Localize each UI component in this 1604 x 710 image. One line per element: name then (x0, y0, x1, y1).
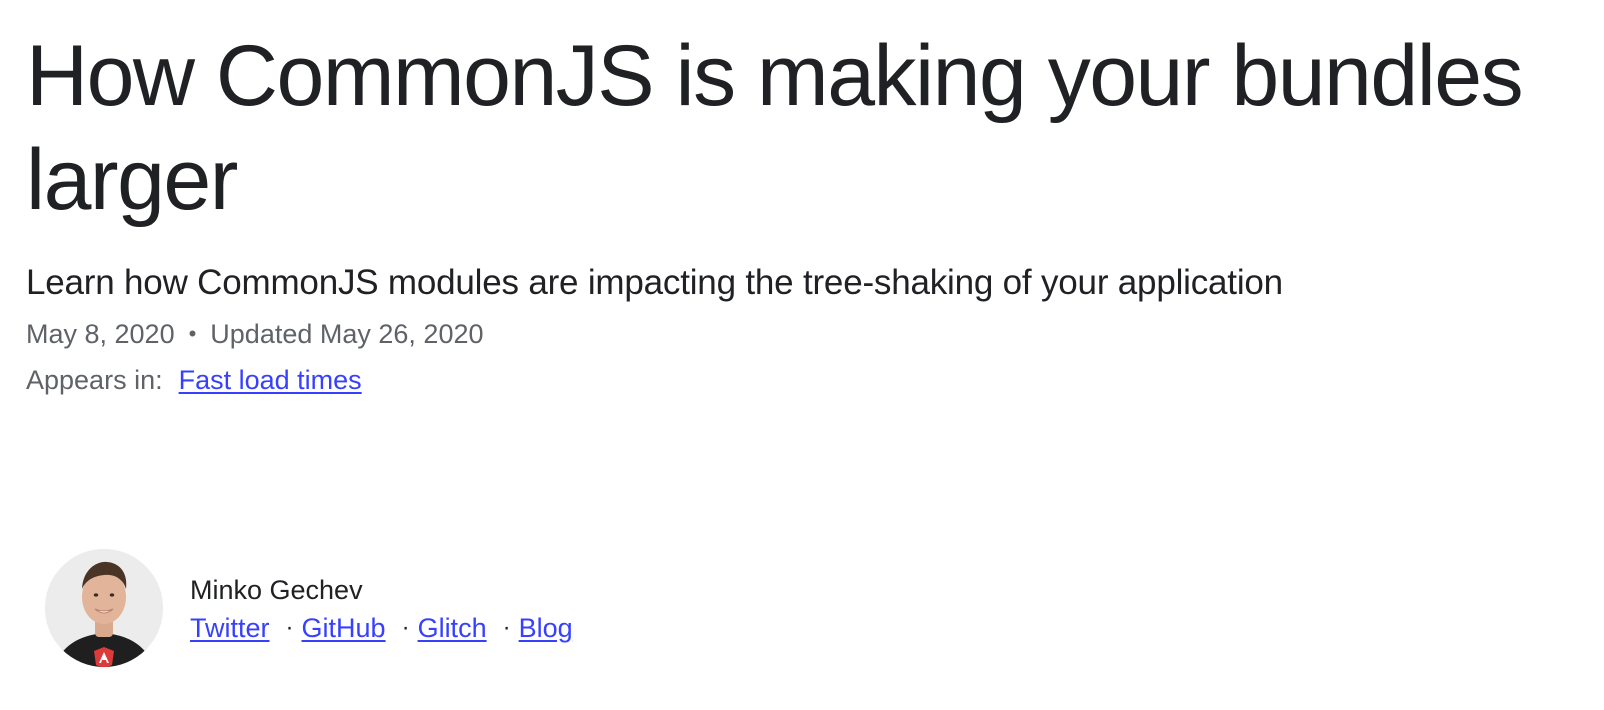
article-header: How CommonJS is making your bundles larg… (26, 0, 1586, 398)
appears-in-label: Appears in: (26, 365, 163, 395)
author-card: Minko Gechev Twitter · GitHub · Glitch ·… (45, 549, 573, 667)
date-separator: • (188, 321, 197, 346)
author-photo-icon (45, 549, 163, 667)
author-avatar (45, 549, 163, 667)
author-link-github[interactable]: GitHub (302, 608, 386, 648)
link-separator: · (401, 614, 410, 641)
updated-date: Updated May 26, 2020 (210, 319, 484, 349)
link-separator: · (285, 614, 294, 641)
appears-in: Appears in: Fast load times (26, 362, 1586, 398)
author-link-glitch[interactable]: Glitch (418, 608, 487, 648)
page-title: How CommonJS is making your bundles larg… (26, 28, 1524, 228)
author-link-blog[interactable]: Blog (519, 608, 573, 648)
author-info: Minko Gechev Twitter · GitHub · Glitch ·… (190, 572, 573, 648)
published-date: May 8, 2020 (26, 319, 175, 349)
author-links: Twitter · GitHub · Glitch · Blog (190, 608, 573, 648)
link-separator: · (502, 614, 511, 641)
collection-link-fast-load-times[interactable]: Fast load times (179, 362, 362, 398)
article-dates: May 8, 2020 • Updated May 26, 2020 (26, 316, 1586, 352)
author-link-twitter[interactable]: Twitter (190, 608, 270, 648)
article-subtitle: Learn how CommonJS modules are impacting… (26, 263, 1283, 302)
author-name: Minko Gechev (190, 575, 363, 605)
